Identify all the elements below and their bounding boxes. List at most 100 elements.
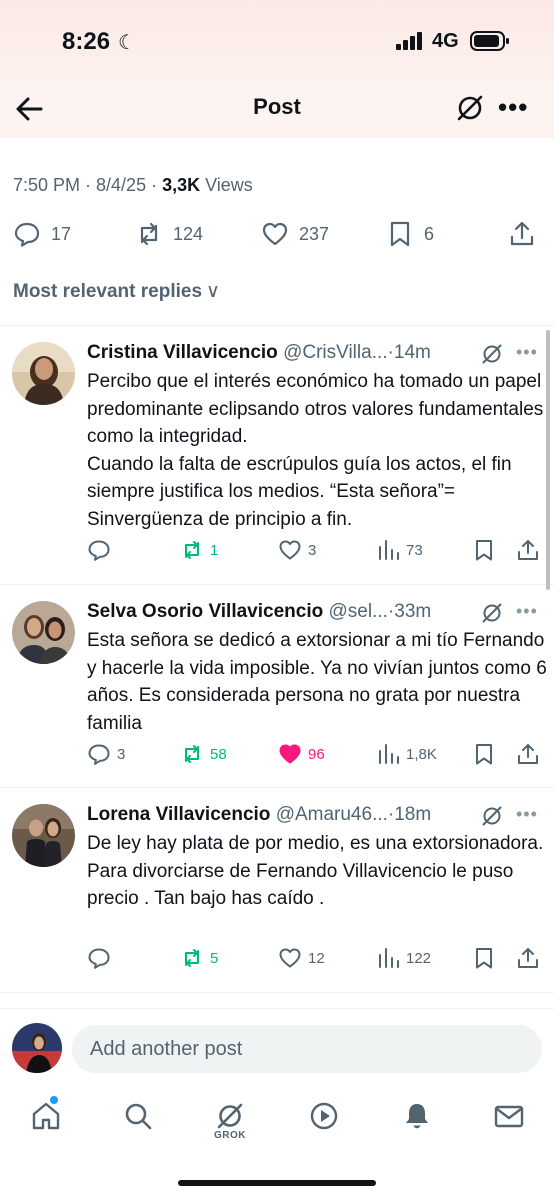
- reply-actions: 1 3 73: [0, 538, 554, 568]
- avatar[interactable]: [12, 601, 75, 664]
- bookmark-button[interactable]: 6: [386, 220, 434, 248]
- nav-home[interactable]: [30, 1096, 66, 1136]
- scrollbar[interactable]: [546, 330, 550, 590]
- reply-actions: 3 58 96 1,8K: [0, 742, 554, 772]
- bookmark-button[interactable]: [472, 742, 496, 766]
- reply-header: Cristina Villavicencio @CrisVilla...·14m: [87, 342, 431, 364]
- nav-search[interactable]: [122, 1100, 158, 1136]
- replies-sort-label: Most relevant replies: [13, 281, 203, 302]
- post-meta: 7:50 PM · 8/4/25 · 3,3K Views: [13, 175, 253, 196]
- reply-text: Percibo que el interés económico ha toma…: [87, 368, 547, 533]
- play-icon: [310, 1102, 338, 1130]
- new-posts-dot: [50, 1096, 58, 1104]
- views-button[interactable]: 122: [376, 946, 431, 970]
- heart-icon: [279, 540, 301, 560]
- grok-icon[interactable]: [480, 342, 504, 366]
- more-options-icon[interactable]: •••: [516, 804, 538, 825]
- repost-count: 58: [210, 745, 227, 763]
- like-button[interactable]: 12: [278, 946, 325, 970]
- grok-icon[interactable]: [454, 92, 486, 124]
- reply-author-name[interactable]: Lorena Villavicencio: [87, 804, 270, 825]
- more-options-icon[interactable]: •••: [516, 601, 538, 622]
- mail-icon: [494, 1105, 524, 1128]
- reply-button[interactable]: 17: [13, 220, 71, 248]
- reply-button[interactable]: [87, 946, 117, 970]
- reply-author-name[interactable]: Selva Osorio Villavicencio: [87, 601, 323, 622]
- reply-author-handle[interactable]: @sel...: [329, 601, 388, 622]
- nav-video[interactable]: [308, 1100, 344, 1136]
- avatar[interactable]: [12, 342, 75, 405]
- signal-icon: [396, 32, 422, 50]
- view-count: 122: [406, 949, 432, 967]
- status-time: 8:26: [62, 28, 111, 55]
- post-actions: 17 124 237 6: [0, 214, 554, 254]
- home-icon: [32, 1102, 60, 1130]
- bookmark-button[interactable]: [472, 538, 496, 562]
- more-options-icon[interactable]: •••: [516, 342, 538, 363]
- reply-item[interactable]: Lorena Villavicencio @Amaru46...·18m •••…: [0, 788, 554, 990]
- reply-author-handle[interactable]: @Amaru46...: [276, 804, 388, 825]
- avatar[interactable]: [12, 804, 75, 867]
- repost-icon: [185, 949, 199, 967]
- reply-composer: [0, 1008, 554, 1090]
- reply-actions: 5 12 122: [0, 946, 554, 976]
- share-button[interactable]: [516, 742, 540, 766]
- views-button[interactable]: 1,8K: [376, 742, 437, 766]
- reply-count: 17: [51, 223, 72, 244]
- share-button[interactable]: [516, 538, 540, 562]
- repost-button[interactable]: 1: [180, 538, 218, 562]
- home-indicator[interactable]: [178, 1180, 376, 1186]
- grok-label: GROK: [214, 1130, 246, 1141]
- grok-icon[interactable]: [480, 804, 504, 828]
- grok-icon[interactable]: [480, 601, 504, 625]
- nav-messages[interactable]: [493, 1100, 529, 1136]
- reply-icon: [88, 744, 110, 765]
- replies-sort-dropdown[interactable]: Most relevant replies ∨: [13, 280, 220, 303]
- like-count: 237: [299, 223, 330, 244]
- reply-icon: [88, 948, 110, 969]
- reply-icon: [14, 222, 40, 247]
- reply-input[interactable]: [72, 1025, 542, 1073]
- reply-time: ·14m: [387, 342, 431, 363]
- views-button[interactable]: 73: [376, 538, 423, 562]
- repost-icon: [185, 745, 199, 763]
- chevron-down-icon: ∨: [206, 281, 220, 302]
- bookmark-icon: [476, 744, 492, 765]
- reply-count: 3: [117, 745, 126, 763]
- avatar[interactable]: [12, 1023, 62, 1073]
- nav-notifications[interactable]: [401, 1100, 437, 1136]
- views-chart-icon: [379, 744, 399, 764]
- share-button[interactable]: [516, 946, 540, 970]
- bookmark-icon: [476, 948, 492, 969]
- reply-time: ·18m: [387, 804, 432, 825]
- reply-button[interactable]: [87, 538, 117, 562]
- views-chart-icon: [379, 948, 399, 968]
- reply-button[interactable]: 3: [87, 742, 125, 766]
- share-icon: [510, 221, 534, 246]
- more-options-icon[interactable]: •••: [498, 92, 532, 122]
- like-count: 3: [308, 541, 317, 559]
- like-button[interactable]: 237: [261, 220, 329, 248]
- like-count: 96: [308, 745, 325, 763]
- bookmark-count: 6: [424, 223, 435, 244]
- repost-button[interactable]: 5: [180, 946, 218, 970]
- reply-item[interactable]: Selva Osorio Villavicencio @sel...·33m •…: [0, 585, 554, 787]
- like-button[interactable]: 3: [278, 538, 316, 562]
- repost-button[interactable]: 124: [135, 220, 203, 248]
- status-bar: 8:26 ☾ 4G: [0, 0, 554, 80]
- reply-author-handle[interactable]: @CrisVilla...: [283, 342, 387, 363]
- share-button[interactable]: [508, 220, 536, 248]
- repost-button[interactable]: 58: [180, 742, 227, 766]
- moon-icon: ☾: [118, 32, 136, 54]
- battery-icon: [470, 31, 509, 51]
- share-icon: [518, 540, 538, 560]
- reply-paragraph: Esta señora se dedicó a extorsionar a mi…: [87, 630, 547, 734]
- bell-icon: [406, 1104, 428, 1129]
- reply-author-name[interactable]: Cristina Villavicencio: [87, 342, 278, 363]
- reply-item[interactable]: Cristina Villavicencio @CrisVilla...·14m…: [0, 326, 554, 584]
- view-count: 73: [406, 541, 423, 559]
- bookmark-icon: [390, 221, 410, 247]
- bookmark-button[interactable]: [472, 946, 496, 970]
- reply-header: Selva Osorio Villavicencio @sel...·33m: [87, 601, 431, 623]
- like-button[interactable]: 96: [278, 742, 325, 766]
